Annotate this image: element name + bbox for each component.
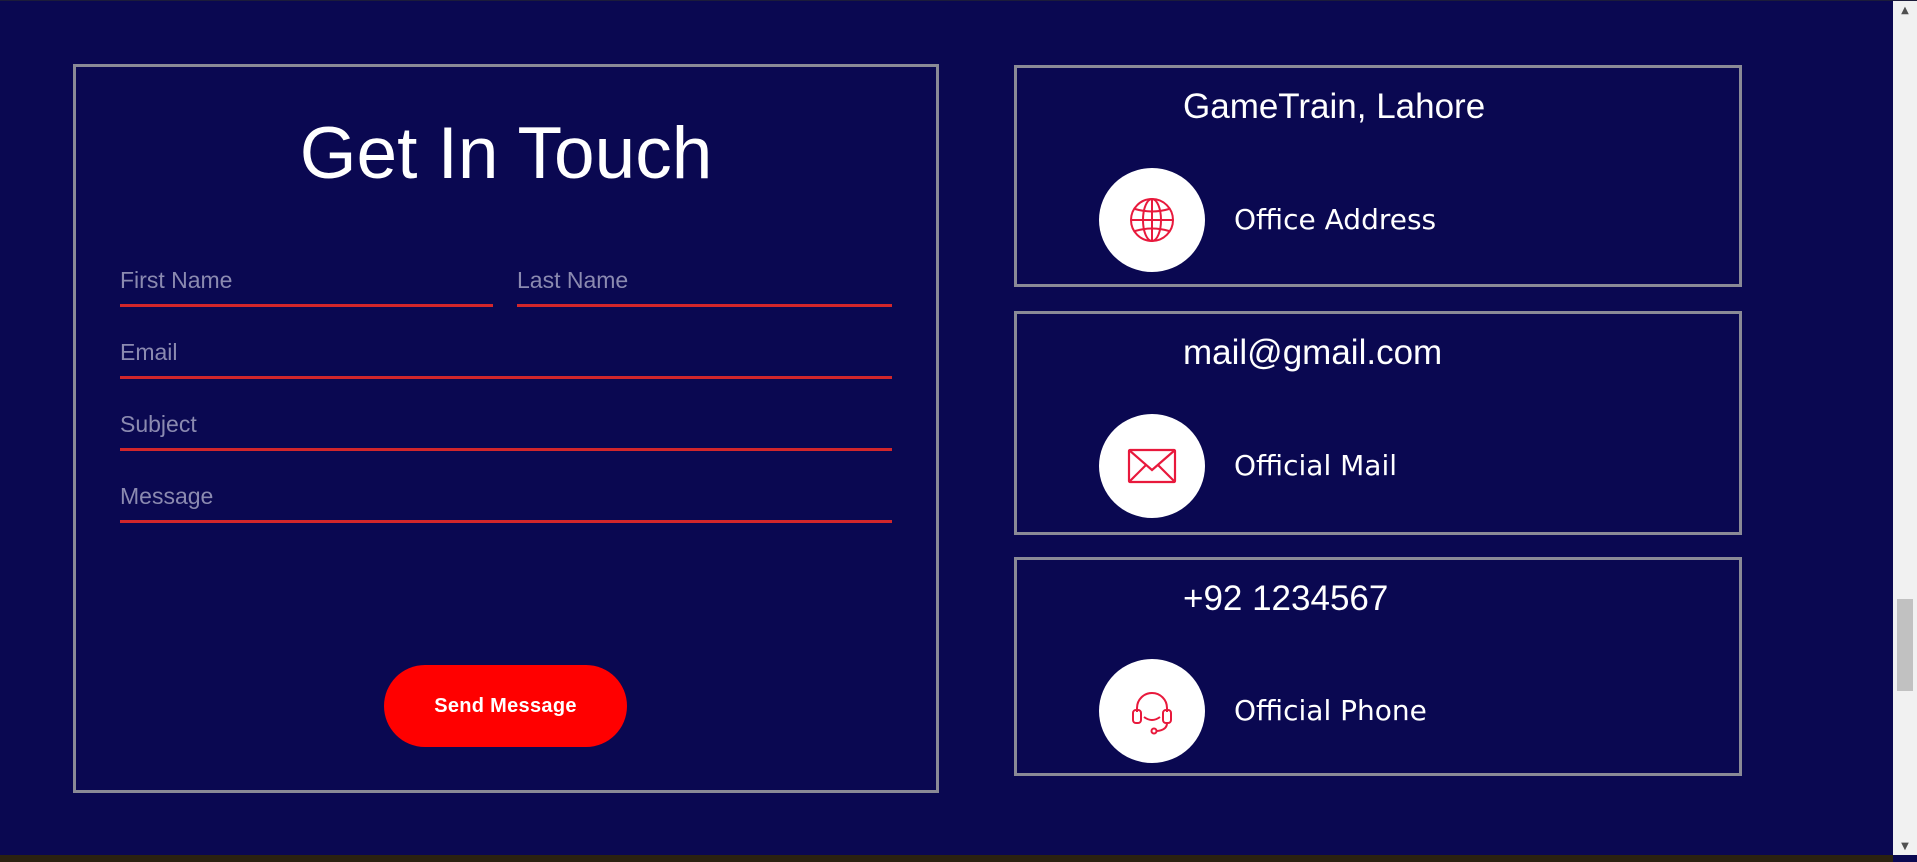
first-name-field — [120, 257, 493, 307]
email-field — [120, 329, 892, 379]
official-phone-card: +92 1234567 Official Phone — [1014, 557, 1742, 776]
email-input[interactable] — [120, 329, 892, 376]
last-name-input[interactable] — [517, 257, 892, 304]
mail-icon — [1099, 414, 1205, 518]
contact-form: Get In Touch Send Message — [73, 64, 939, 793]
globe-icon — [1099, 168, 1205, 272]
official-mail-label: Official Mail — [1234, 449, 1397, 482]
scroll-up-arrow-icon[interactable]: ▲ — [1893, 1, 1917, 19]
page-bottom-edge — [0, 855, 1893, 862]
vertical-scrollbar[interactable]: ▲ ▼ — [1893, 1, 1917, 855]
office-address-label: Office Address — [1234, 203, 1437, 236]
scrollbar-thumb[interactable] — [1897, 599, 1913, 691]
message-field — [120, 473, 892, 523]
subject-field — [120, 401, 892, 451]
headset-icon — [1099, 659, 1205, 763]
first-name-input[interactable] — [120, 257, 493, 304]
office-address-heading: GameTrain, Lahore — [1183, 87, 1486, 126]
send-message-button[interactable]: Send Message — [384, 665, 627, 747]
official-phone-heading: +92 1234567 — [1183, 579, 1389, 618]
scroll-down-arrow-icon[interactable]: ▼ — [1893, 837, 1917, 855]
official-phone-label: Official Phone — [1234, 694, 1427, 727]
form-title: Get In Touch — [299, 113, 713, 194]
message-input[interactable] — [120, 473, 892, 520]
official-mail-card: mail@gmail.com Official Mail — [1014, 311, 1742, 535]
official-mail-heading: mail@gmail.com — [1183, 333, 1443, 372]
contact-page: Get In Touch Send Message GameTrain, Lah… — [0, 0, 1917, 862]
last-name-field — [517, 257, 892, 307]
subject-input[interactable] — [120, 401, 892, 448]
office-address-card: GameTrain, Lahore Office Address — [1014, 65, 1742, 287]
